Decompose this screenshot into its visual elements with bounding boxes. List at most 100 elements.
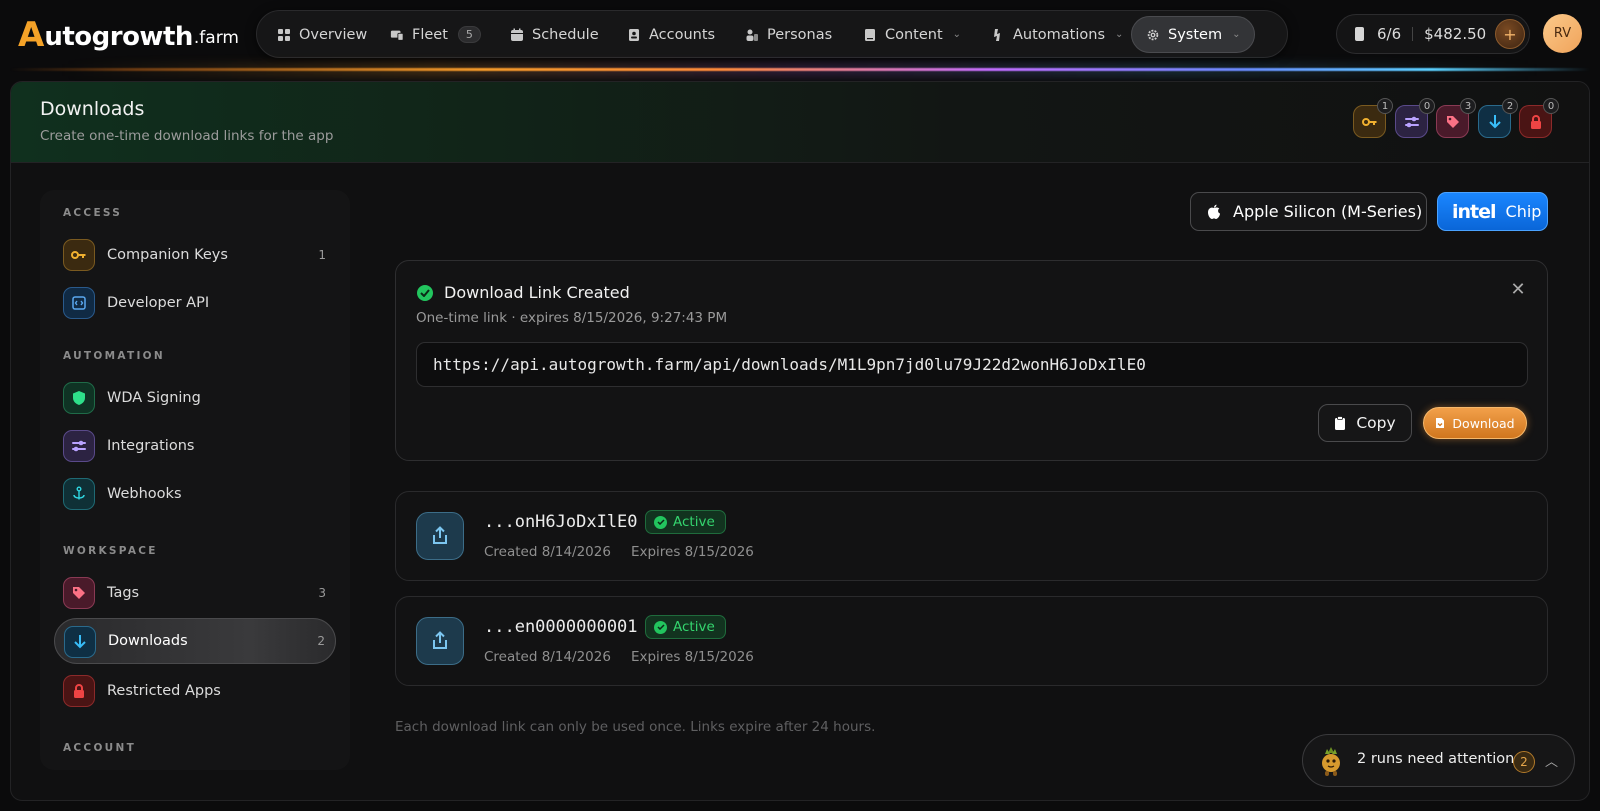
copy-button[interactable]: Copy <box>1318 404 1412 442</box>
page-title: Downloads <box>40 98 145 120</box>
intel-chip-label: Chip <box>1505 202 1542 221</box>
sidebar-item-label: Companion Keys <box>107 247 228 263</box>
settings-sidebar: ACCESS Companion Keys 1 Developer API AU… <box>40 190 350 770</box>
shield-icon <box>63 382 95 414</box>
device-count: 6/6 <box>1377 25 1402 43</box>
nav-fleet-label: Fleet <box>412 26 448 43</box>
sidebar-item-label: WDA Signing <box>107 390 201 406</box>
close-icon[interactable]: ✕ <box>1509 281 1527 299</box>
logo-mark: A <box>18 15 45 55</box>
header-shortcut-keys[interactable]: 1 <box>1353 98 1393 138</box>
link-id: ...en0000000001 <box>484 617 638 637</box>
nav-schedule[interactable]: Schedule <box>496 16 613 53</box>
sidebar-item-tags[interactable]: Tags 3 <box>54 570 336 616</box>
share-upload-icon <box>416 617 464 665</box>
credits-widget[interactable]: 6/6 $482.50 + <box>1336 14 1530 54</box>
tag-icon <box>63 577 95 609</box>
intel-logo: intel <box>1452 200 1497 223</box>
download-url-field[interactable]: https://api.autogrowth.farm/api/download… <box>416 342 1528 387</box>
nav-overview[interactable]: Overview <box>263 16 381 53</box>
expires-date: Expires 8/15/2026 <box>630 649 754 665</box>
download-icon <box>1488 114 1501 128</box>
created-date: Created 8/14/2026 <box>484 544 611 560</box>
phone-icon <box>1355 27 1364 41</box>
copy-label: Copy <box>1356 414 1396 432</box>
attention-text: 2 runs need attention <box>1357 751 1515 767</box>
clipboard-icon <box>1335 415 1346 430</box>
sidebar-item-count: 2 <box>317 634 325 648</box>
download-link-row[interactable]: ...onH6JoDxIlE0 Active Created 8/14/2026… <box>395 491 1548 581</box>
sidebar-item-downloads[interactable]: Downloads 2 <box>54 618 336 664</box>
chevron-up-icon[interactable]: ︿ <box>1545 751 1558 770</box>
balance: $482.50 <box>1424 25 1487 43</box>
attention-toast[interactable]: 2 runs need attention 2 ︿ <box>1302 734 1575 787</box>
download-label: Download <box>1452 415 1515 431</box>
nav-schedule-label: Schedule <box>532 26 599 43</box>
devices-icon <box>390 30 404 41</box>
lock-icon <box>63 675 95 707</box>
brand-logo[interactable]: A utogrowth .farm <box>18 16 239 52</box>
section-account: ACCOUNT <box>63 742 137 754</box>
avatar[interactable]: RV <box>1543 14 1582 53</box>
key-icon <box>63 239 95 271</box>
sidebar-item-restricted-apps[interactable]: Restricted Apps <box>54 668 336 714</box>
section-workspace: WORKSPACE <box>63 545 158 557</box>
nav-personas[interactable]: Personas <box>731 16 846 53</box>
sidebar-item-wda-signing[interactable]: WDA Signing <box>54 375 336 421</box>
add-credits-button[interactable]: + <box>1495 19 1525 49</box>
nav-automations[interactable]: Automations ⌄ <box>977 16 1137 53</box>
divider <box>1412 27 1414 41</box>
link-meta: Created 8/14/2026 Expires 8/15/2026 <box>484 544 754 560</box>
bolt-script-icon <box>994 28 1000 41</box>
created-date: Created 8/14/2026 <box>484 649 611 665</box>
link-id: ...onH6JoDxIlE0 <box>484 512 638 532</box>
status-label: Active <box>673 619 715 635</box>
nav-system[interactable]: System ⌄ <box>1131 16 1256 53</box>
top-bar: A utogrowth .farm Overview Fleet 5 Sched… <box>0 0 1600 68</box>
check-circle-icon <box>654 620 667 634</box>
link-created-card: Download Link Created One-time link · ex… <box>395 260 1548 461</box>
logo-domain: .farm <box>193 28 239 48</box>
header-shortcut-tags[interactable]: 3 <box>1436 98 1476 138</box>
chevron-down-icon: ⌄ <box>1115 29 1124 40</box>
sidebar-item-webhooks[interactable]: Webhooks <box>54 471 336 517</box>
persona-icon <box>746 29 758 41</box>
header-shortcut-downloads[interactable]: 2 <box>1478 98 1518 138</box>
header-shortcut-restricted[interactable]: 0 <box>1519 98 1559 138</box>
nav-content-label: Content <box>885 26 943 43</box>
sidebar-item-developer-api[interactable]: Developer API <box>54 280 336 326</box>
nav-content[interactable]: Content ⌄ <box>849 16 975 53</box>
download-button[interactable]: Download <box>1423 407 1527 439</box>
main-nav: Overview Fleet 5 Schedule Accounts Perso… <box>256 10 1288 58</box>
sliders-icon <box>1404 116 1419 127</box>
nav-fleet[interactable]: Fleet 5 <box>376 16 495 53</box>
apple-icon <box>1208 204 1220 219</box>
download-link-row[interactable]: ...en0000000001 Active Created 8/14/2026… <box>395 596 1548 686</box>
sidebar-item-label: Webhooks <box>107 486 182 502</box>
intel-chip-button[interactable]: intel Chip <box>1437 192 1548 231</box>
card-title: Download Link Created <box>444 283 630 302</box>
sidebar-item-label: Restricted Apps <box>107 683 221 699</box>
id-card-icon <box>629 28 639 41</box>
sidebar-item-integrations[interactable]: Integrations <box>54 423 336 469</box>
chevron-down-icon: ⌄ <box>952 29 962 40</box>
section-automation: AUTOMATION <box>63 350 165 362</box>
gear-icon <box>1147 29 1159 40</box>
status-badge: Active <box>645 510 726 534</box>
header-count: 2 <box>1502 98 1518 114</box>
sidebar-item-count: 3 <box>318 586 326 600</box>
link-meta: Created 8/14/2026 Expires 8/15/2026 <box>484 649 754 665</box>
nav-system-label: System <box>1168 26 1223 43</box>
sliders-icon <box>63 430 95 462</box>
header-shortcut-integrations[interactable]: 0 <box>1395 98 1435 138</box>
sidebar-item-companion-keys[interactable]: Companion Keys 1 <box>54 232 336 278</box>
nav-accounts[interactable]: Accounts <box>613 16 729 53</box>
logo-wordmark: utogrowth <box>44 22 193 52</box>
apple-silicon-label: Apple Silicon (M-Series) <box>1233 202 1423 221</box>
grid-icon <box>278 28 290 41</box>
apple-silicon-button[interactable]: Apple Silicon (M-Series) <box>1190 192 1427 231</box>
page-header: Downloads Create one-time download links… <box>11 82 1589 163</box>
sidebar-item-label: Integrations <box>107 438 195 454</box>
expires-date: Expires 8/15/2026 <box>630 544 754 560</box>
sidebar-item-label: Downloads <box>108 633 188 649</box>
